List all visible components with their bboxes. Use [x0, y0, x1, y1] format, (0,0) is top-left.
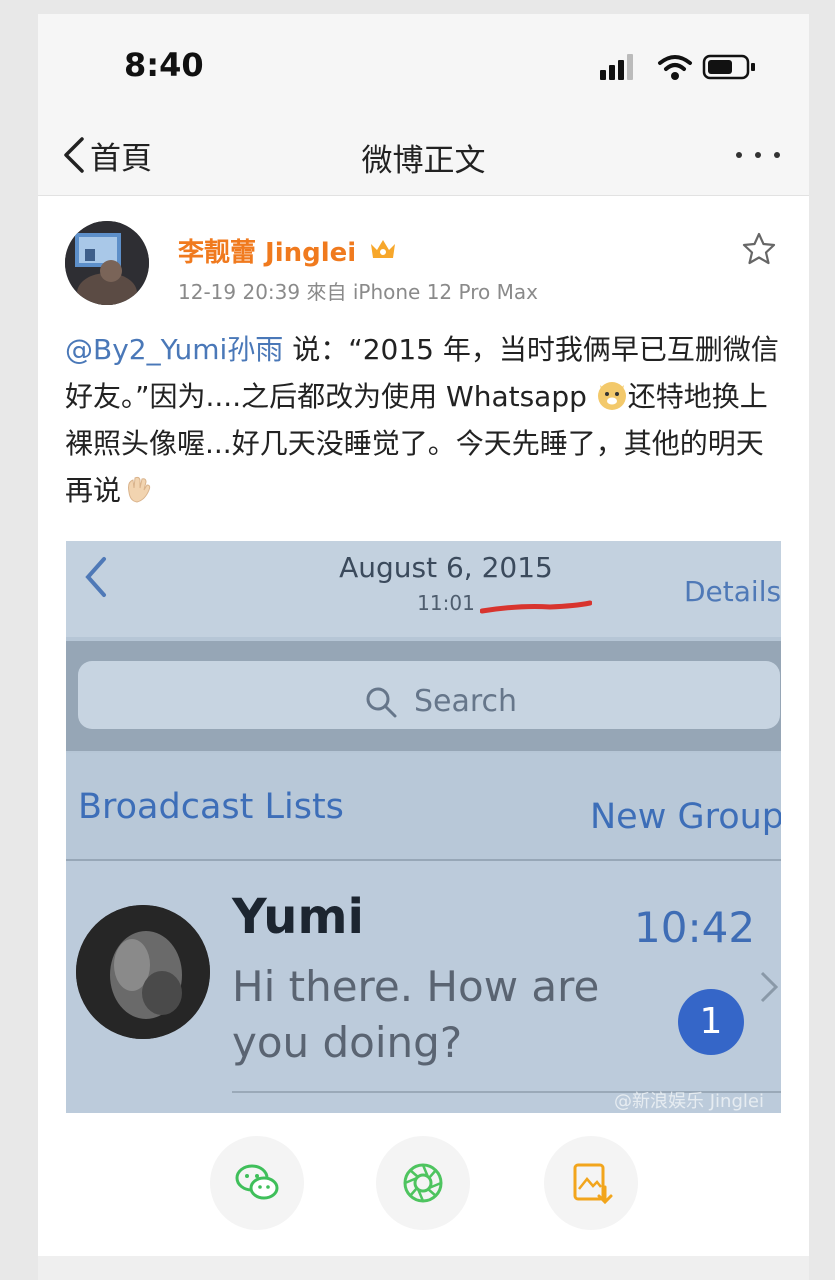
wifi-icon [658, 55, 692, 80]
bottom-strip [38, 1256, 809, 1280]
embedded-photo[interactable]: August 6, 2015 11:01 Details Search Broa… [66, 541, 781, 1113]
waving-hand-emoji-icon [128, 476, 151, 503]
photo-search-label: Search [414, 684, 518, 719]
favorite-star-icon[interactable] [740, 230, 778, 268]
nav-bar: 首頁 微博正文 [38, 119, 809, 196]
photo-chat-avatar [76, 905, 210, 1039]
photo-chat-message: Hi there. How are you doing? [232, 962, 600, 1067]
post-meta: 12-19 20:39 來自 iPhone 12 Pro Max [178, 280, 538, 304]
status-bar: 8:40 [38, 14, 809, 119]
more-options-button[interactable] [732, 137, 786, 173]
doge-emoji-icon [597, 382, 626, 410]
red-annotation-mark [480, 600, 592, 614]
share-wechat-button[interactable] [210, 1136, 304, 1230]
status-icons [600, 54, 755, 80]
photo-chevron-right-icon [760, 971, 779, 1003]
battery-icon [702, 54, 755, 80]
weibo-post: 李靓蕾 Jinglei 12-19 20:39 來自 iPhone 12 Pro… [38, 196, 809, 1256]
photo-watermark: @新浪娱乐 Jinglei [614, 1091, 764, 1112]
photo-time: 11:01 [417, 591, 475, 615]
status-time: 8:40 [124, 46, 204, 84]
author-avatar[interactable] [65, 221, 149, 305]
avatar-photo [65, 221, 149, 305]
page-title: 微博正文 [361, 143, 486, 179]
phone-screen: 8:40 首頁 微博正文 李靓蕾 Jinglei 12-19 20:39 來自 … [38, 14, 809, 1280]
wechat-share-icon [235, 1164, 279, 1200]
photo-details-link: Details [684, 575, 781, 608]
photo-chat-name: Yumi [232, 889, 364, 945]
photo-new-group: New Group [590, 797, 781, 837]
save-image-button[interactable] [544, 1136, 638, 1230]
photo-unread-badge: 1 [678, 989, 744, 1055]
photo-broadcast-lists: Broadcast Lists [78, 787, 344, 827]
moments-share-icon [403, 1163, 443, 1203]
share-moments-button[interactable] [376, 1136, 470, 1230]
photo-date: August 6, 2015 [339, 551, 553, 584]
author-name[interactable]: 李靓蕾 Jinglei [178, 232, 356, 269]
signal-icon [600, 54, 633, 80]
mention-link[interactable]: @By2_Yumi孙雨 [65, 333, 283, 366]
photo-chat-time: 10:42 [634, 903, 756, 952]
save-image-icon [573, 1163, 613, 1205]
post-body: @By2_Yumi孙雨 说：“2015 年，当时我俩早已互删微信好友。”因为..… [65, 326, 785, 514]
vip-crown-icon [371, 240, 395, 258]
photo-search-icon [366, 687, 397, 718]
